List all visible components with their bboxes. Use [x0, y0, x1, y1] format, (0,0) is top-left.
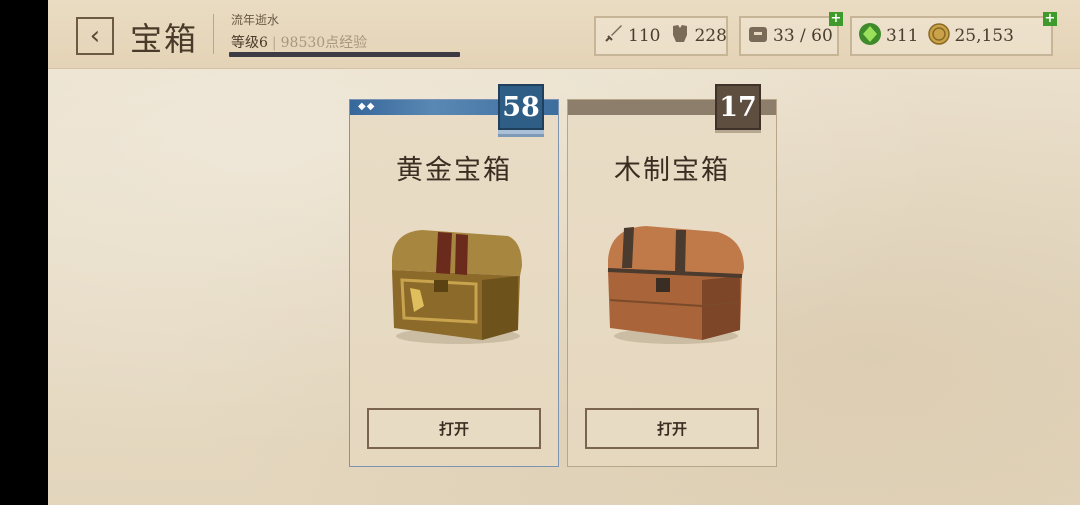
gold-chest-icon: [392, 230, 522, 344]
currency-stats[interactable]: 311 25,153 +: [850, 12, 1057, 56]
coin-icon: [928, 22, 951, 50]
xp-bar: [229, 52, 460, 57]
game-screen: ‹ 宝箱 流年逝水 等级6 | 98530点经验 110 228 33 / 60 +: [48, 0, 1080, 505]
chest-count-badge: 58: [498, 84, 544, 130]
divider: [213, 14, 214, 54]
coin-value: 25,153: [954, 26, 1014, 46]
level-label: 等级6: [231, 35, 268, 51]
combat-stats[interactable]: 110 228: [594, 16, 728, 56]
open-button[interactable]: 打开: [585, 408, 759, 449]
back-button[interactable]: ‹: [76, 17, 114, 55]
attack-value: 110: [628, 26, 661, 46]
gem-icon: [858, 22, 882, 51]
exp-label: 98530点经验: [280, 35, 368, 51]
armor-icon: [670, 23, 690, 50]
chest-title: 黄金宝箱: [396, 155, 512, 186]
backpack-icon: [747, 24, 769, 49]
wood-chest-icon: [607, 226, 744, 344]
inventory-stat[interactable]: 33 / 60 +: [739, 12, 843, 56]
add-inventory-button[interactable]: +: [829, 12, 843, 26]
gem-value: 311: [886, 26, 919, 46]
top-bar: ‹ 宝箱 流年逝水 等级6 | 98530点经验 110 228 33 / 60 +: [48, 0, 1080, 69]
chest-count-badge: 17: [715, 84, 761, 130]
open-button[interactable]: 打开: [367, 408, 541, 449]
wood-chest-card[interactable]: 17 木制宝箱 打开: [567, 84, 777, 467]
defense-value: 228: [694, 26, 727, 46]
player-name: 流年逝水: [231, 13, 280, 27]
chest-title: 木制宝箱: [614, 155, 730, 186]
add-currency-button[interactable]: +: [1043, 12, 1057, 26]
chevron-left-icon: ‹: [89, 21, 101, 51]
gold-chest-card[interactable]: ◆◆ 58 黄金宝箱 打开: [349, 84, 559, 467]
page-title: 宝箱: [130, 20, 199, 58]
sword-icon: [602, 23, 624, 50]
diamond-icon: ◆◆: [358, 101, 376, 112]
inventory-value: 33 / 60: [773, 26, 833, 46]
level-info: 等级6 | 98530点经验: [231, 32, 367, 52]
separator: |: [271, 35, 277, 51]
